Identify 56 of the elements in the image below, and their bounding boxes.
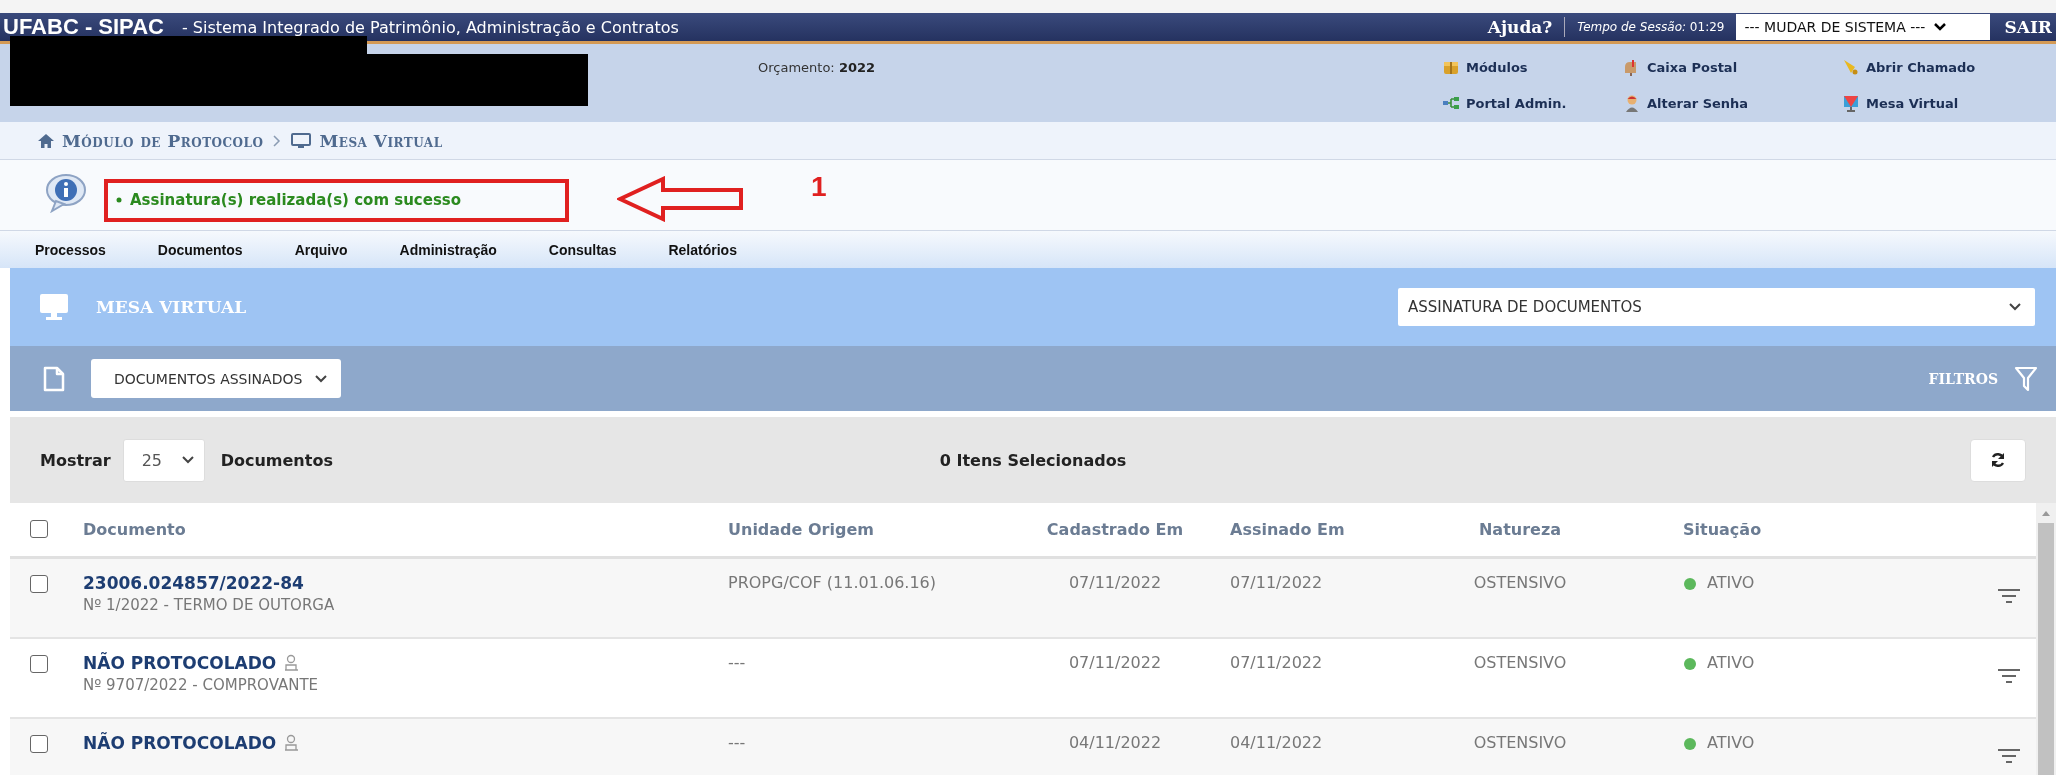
logout-link[interactable]: SAIR bbox=[1990, 17, 2056, 37]
header-link[interactable]: Mesa Virtual bbox=[1842, 92, 2020, 114]
signed-date: 07/11/2022 bbox=[1230, 573, 1323, 592]
menu-item[interactable]: Arquivo bbox=[294, 241, 348, 258]
menu-item[interactable]: Relatórios bbox=[668, 241, 737, 258]
origin-unit: --- bbox=[728, 653, 746, 672]
column-header[interactable]: Situação bbox=[1683, 520, 1762, 539]
app-brand: UFABC - SIPAC bbox=[3, 14, 164, 40]
breadcrumb-link[interactable]: Módulo de Protocolo bbox=[38, 130, 264, 151]
header-link[interactable]: Módulos bbox=[1442, 56, 1623, 78]
breadcrumb-link[interactable]: Mesa Virtual bbox=[291, 130, 443, 151]
panel-title: MESA VIRTUAL bbox=[96, 297, 247, 317]
signed-date: 04/11/2022 bbox=[1230, 733, 1323, 752]
help-link[interactable]: Ajuda? bbox=[1487, 17, 1566, 37]
menu-item[interactable]: Consultas bbox=[548, 241, 617, 258]
registered-date: 04/11/2022 bbox=[1068, 733, 1162, 752]
menu-item[interactable]: Documentos bbox=[157, 241, 243, 258]
page-size-select[interactable]: 25 bbox=[122, 438, 205, 482]
session-timer: Tempo de Sessão: 01:29 bbox=[1576, 20, 1726, 34]
document-link[interactable]: NÃO PROTOCOLADO bbox=[83, 653, 277, 673]
registered-date: 07/11/2022 bbox=[1068, 653, 1162, 672]
status-value: ATIVO bbox=[1707, 653, 1755, 672]
column-header[interactable]: Unidade Origem bbox=[728, 520, 874, 539]
document-link[interactable]: 23006.024857/2022-84 bbox=[83, 573, 304, 593]
nature-value: OSTENSIVO bbox=[1473, 733, 1567, 752]
document-subtitle: Nº 1/2022 - TERMO DE OUTORGA bbox=[83, 596, 336, 614]
registered-date: 07/11/2022 bbox=[1068, 573, 1162, 592]
show-label: Mostrar bbox=[40, 450, 111, 470]
header-link[interactable]: Portal Admin. bbox=[1442, 92, 1623, 114]
status-value: ATIVO bbox=[1707, 733, 1755, 752]
document-link[interactable]: NÃO PROTOCOLADO bbox=[83, 733, 277, 753]
nature-value: OSTENSIVO bbox=[1473, 573, 1567, 592]
system-name: - Sistema Integrado de Patrimônio, Administração e Contratos bbox=[181, 17, 679, 37]
document-subtitle: Nº 9707/2022 - COMPROVANTE bbox=[83, 676, 320, 694]
header-link[interactable]: Alterar Senha bbox=[1623, 92, 1842, 114]
nature-value: OSTENSIVO bbox=[1473, 653, 1567, 672]
column-header[interactable]: Natureza bbox=[1478, 520, 1562, 539]
column-header[interactable]: Assinado Em bbox=[1230, 520, 1345, 539]
origin-unit: --- bbox=[728, 733, 746, 752]
annotation-number: 1 bbox=[811, 171, 827, 203]
signed-date: 07/11/2022 bbox=[1230, 653, 1323, 672]
document-filter-select[interactable]: DOCUMENTOS ASSINADOS bbox=[91, 359, 341, 398]
header-link[interactable]: Caixa Postal bbox=[1623, 56, 1842, 78]
budget-year: Orçamento: 2022 bbox=[758, 60, 876, 77]
column-header[interactable]: Cadastrado Em bbox=[1046, 520, 1184, 539]
view-select[interactable]: ASSINATURA DE DOCUMENTOS bbox=[1398, 288, 2035, 326]
header-link[interactable]: Abrir Chamado bbox=[1842, 56, 2020, 78]
origin-unit: PROPG/COF (11.01.06.16) bbox=[728, 573, 937, 592]
selected-count: 0 Itens Selecionados bbox=[939, 450, 1127, 470]
success-message: Assinatura(s) realizada(s) com sucesso bbox=[130, 191, 462, 209]
show-suffix: Documentos bbox=[220, 450, 333, 470]
status-value: ATIVO bbox=[1707, 573, 1755, 592]
column-header[interactable]: Documento bbox=[83, 520, 186, 539]
system-select[interactable]: --- MUDAR DE SISTEMA --- bbox=[1736, 14, 1991, 40]
menu-item[interactable]: Administração bbox=[399, 241, 497, 258]
menu-item[interactable]: Processos bbox=[35, 241, 106, 258]
